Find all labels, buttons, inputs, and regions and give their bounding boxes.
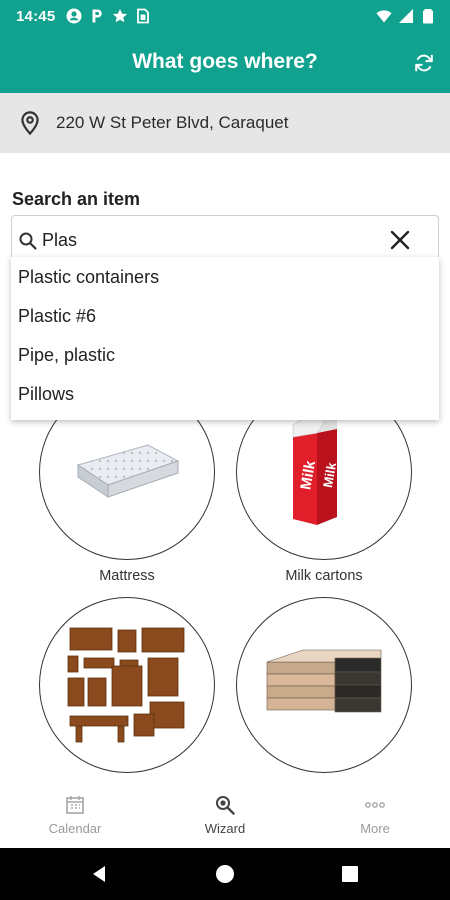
suggestion-item[interactable]: Plastic containers <box>18 267 159 288</box>
nav-wizard[interactable]: Wizard <box>150 782 300 848</box>
more-icon <box>365 802 385 808</box>
close-icon[interactable] <box>388 228 412 252</box>
status-bar: 14:45 <box>0 0 450 33</box>
battery-icon <box>423 9 433 24</box>
app-bar: What goes where? <box>0 33 450 93</box>
suggestion-item[interactable]: Plastic #6 <box>18 306 96 327</box>
location-pin-icon <box>21 111 39 136</box>
system-navigation-bar <box>0 848 450 900</box>
suggestion-item[interactable]: Pipe, plastic <box>18 345 115 366</box>
furniture-image <box>67 627 185 743</box>
wifi-icon <box>376 10 392 23</box>
nav-label: Wizard <box>204 821 246 836</box>
suggestion-item[interactable]: Pillows <box>18 384 74 405</box>
page-title: What goes where? <box>132 50 318 73</box>
refresh-icon <box>415 54 433 72</box>
refresh-button[interactable] <box>410 49 438 77</box>
back-icon[interactable] <box>89 864 109 884</box>
item-label: Milk cartons <box>285 568 363 584</box>
search-label: Search an item <box>12 189 141 209</box>
home-icon[interactable] <box>214 863 236 885</box>
nav-label: More <box>360 821 390 836</box>
search-icon <box>19 232 37 250</box>
signal-icon <box>399 9 413 23</box>
calendar-icon <box>66 796 84 814</box>
nav-calendar[interactable]: Calendar <box>0 782 150 848</box>
parking-icon <box>92 9 102 23</box>
nav-label: Calendar <box>48 821 102 836</box>
bottom-navigation: Calendar Wizard More <box>0 782 450 848</box>
star-icon <box>112 9 128 23</box>
address-bar[interactable]: 220 W St Peter Blvd, Caraquet <box>0 93 450 153</box>
item-card-furniture[interactable] <box>39 597 215 773</box>
books-image <box>266 649 382 713</box>
account-circle-icon <box>66 8 82 24</box>
suggestion-dropdown: Plastic containers Plastic #6 Pipe, plas… <box>11 257 439 420</box>
status-time: 14:45 <box>16 8 56 25</box>
recents-icon[interactable] <box>341 865 359 883</box>
item-card-books[interactable] <box>236 597 412 773</box>
item-label: Mattress <box>99 568 155 584</box>
search-field[interactable] <box>11 215 439 263</box>
wizard-search-icon <box>216 796 235 815</box>
sim-icon <box>137 8 149 24</box>
address-text: 220 W St Peter Blvd, Caraquet <box>56 113 289 132</box>
nav-more[interactable]: More <box>300 782 450 848</box>
search-input[interactable] <box>42 226 382 254</box>
